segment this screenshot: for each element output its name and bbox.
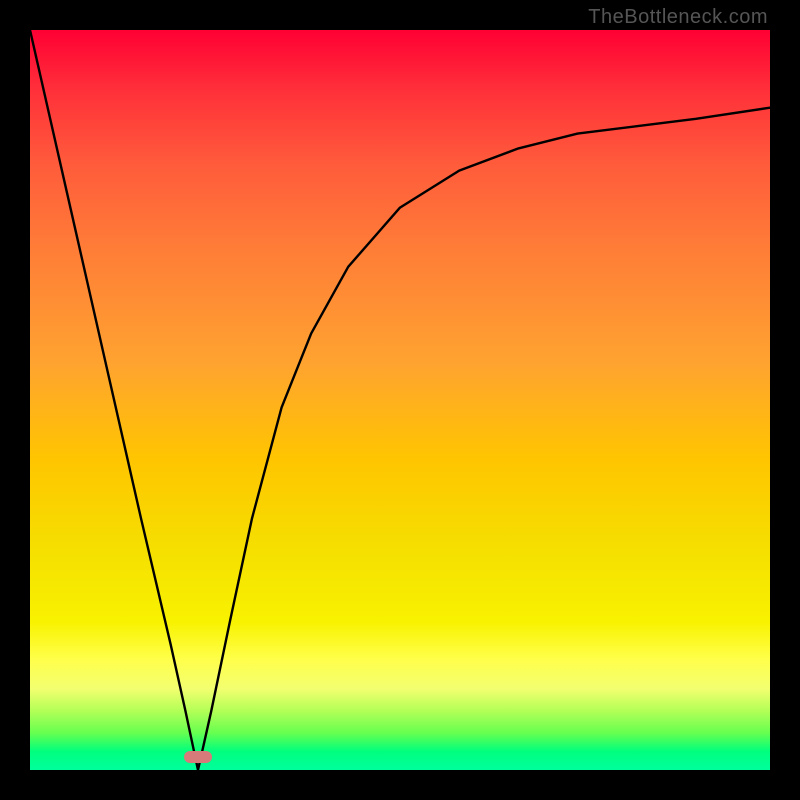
curve-line xyxy=(30,30,770,770)
chart-frame: TheBottleneck.com xyxy=(0,0,800,800)
plot-area xyxy=(30,30,770,770)
attribution-text: TheBottleneck.com xyxy=(588,6,768,29)
minimum-marker xyxy=(184,751,212,763)
curve-svg xyxy=(30,30,770,770)
